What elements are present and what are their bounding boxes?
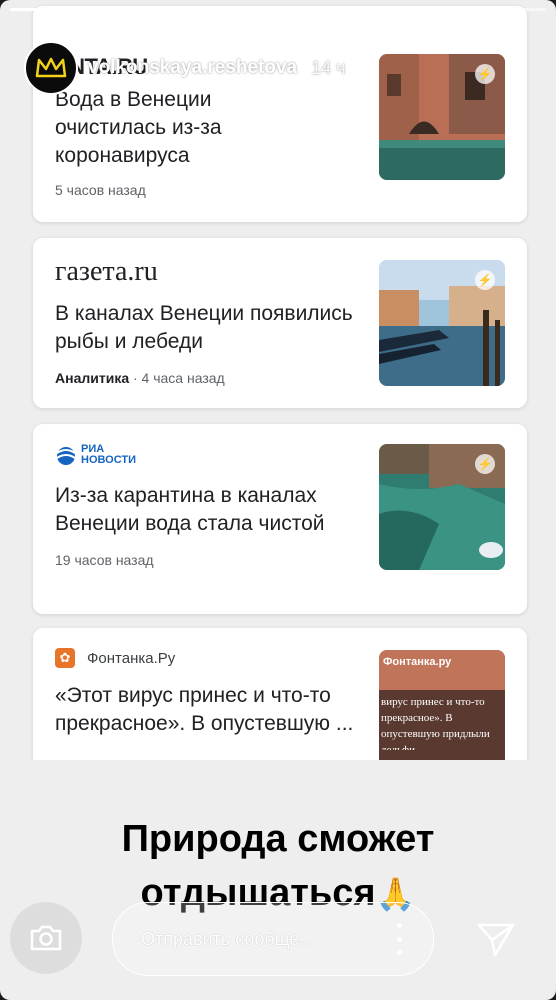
story-progress-bar [10, 8, 546, 11]
card-thumbnail: ⚡ [379, 444, 505, 570]
progress-segment [176, 8, 214, 11]
story-time: 14 ч [311, 57, 346, 78]
thumb-brand: Фонтанка.ру [383, 656, 452, 668]
card-headline: В каналах Венеции появились рыбы и лебед… [55, 302, 353, 353]
crown-icon [35, 57, 67, 78]
card-headline: Вода в Венеции очистилась из-за коронави… [55, 88, 222, 167]
progress-segment [425, 8, 463, 11]
progress-segment [51, 8, 90, 11]
progress-segment [508, 8, 546, 11]
story-viewer: ENTA.RU Вода в Венеции очистилась из-за … [0, 0, 556, 1000]
send-icon [477, 923, 515, 957]
ria-logo-icon [56, 447, 76, 465]
progress-segment [383, 8, 422, 11]
source-logo-fontanka: ✿ Фонтанка.Ру [55, 648, 373, 668]
card-headline: Из-за карантина в каналах Венеции вода с… [55, 484, 325, 535]
camera-button[interactable] [10, 902, 82, 974]
news-card: газета.ru В каналах Венеции появились ры… [33, 238, 527, 408]
message-input[interactable]: Отправить сообще... [112, 902, 434, 976]
card-thumbnail: ⚡ [379, 260, 505, 386]
thumb-caption: вирус принес и что-то прекрасное». В опу… [381, 696, 490, 750]
progress-segment [93, 8, 131, 11]
progress-segment [300, 8, 339, 11]
card-category: Аналитика [55, 370, 130, 386]
send-button[interactable] [472, 916, 520, 964]
source-logo-ria: РИА НОВОСТИ [55, 444, 373, 466]
progress-segment [259, 8, 297, 11]
amp-bolt-icon: ⚡ [475, 454, 495, 474]
news-card: ✿ Фонтанка.Ру «Этот вирус принес и что-т… [33, 628, 527, 760]
source-logo-gazeta: газета.ru [55, 256, 158, 287]
card-timestamp: 5 часов назад [55, 182, 146, 198]
card-timestamp: 19 часов назад [55, 552, 154, 568]
story-username[interactable]: volkonskaya.reshetova [88, 57, 297, 79]
caption-line-1: Природа сможет [121, 818, 435, 860]
amp-bolt-icon: ⚡ [475, 270, 495, 290]
progress-segment [466, 8, 505, 11]
camera-icon [30, 925, 62, 951]
news-card: ENTA.RU Вода в Венеции очистилась из-за … [33, 6, 527, 222]
source-name: Фонтанка.Ру [87, 649, 176, 667]
avatar[interactable] [24, 41, 78, 95]
ria-logo-bottom: НОВОСТИ [81, 454, 137, 466]
news-feed-screenshot: ENTA.RU Вода в Венеции очистилась из-за … [0, 0, 556, 760]
progress-segment [10, 8, 48, 11]
story-header: volkonskaya.reshetova 14 ч [24, 40, 532, 96]
card-thumbnail: Фонтанка.ру вирус принес и что-то прекра… [379, 650, 505, 760]
progress-segment [134, 8, 173, 11]
card-timestamp: · 4 часа назад [129, 370, 225, 386]
fontanka-logo-icon: ✿ [55, 648, 75, 668]
reply-bar: Отправить сообще... [0, 898, 556, 978]
more-vertical-icon[interactable] [397, 923, 403, 955]
news-card: РИА НОВОСТИ Из-за карантина в каналах Ве… [33, 424, 527, 614]
progress-segment [217, 8, 256, 11]
progress-segment [342, 8, 380, 11]
card-headline: «Этот вирус принес и что-то прекрасное».… [55, 684, 354, 735]
message-placeholder: Отправить сообще... [141, 928, 315, 949]
